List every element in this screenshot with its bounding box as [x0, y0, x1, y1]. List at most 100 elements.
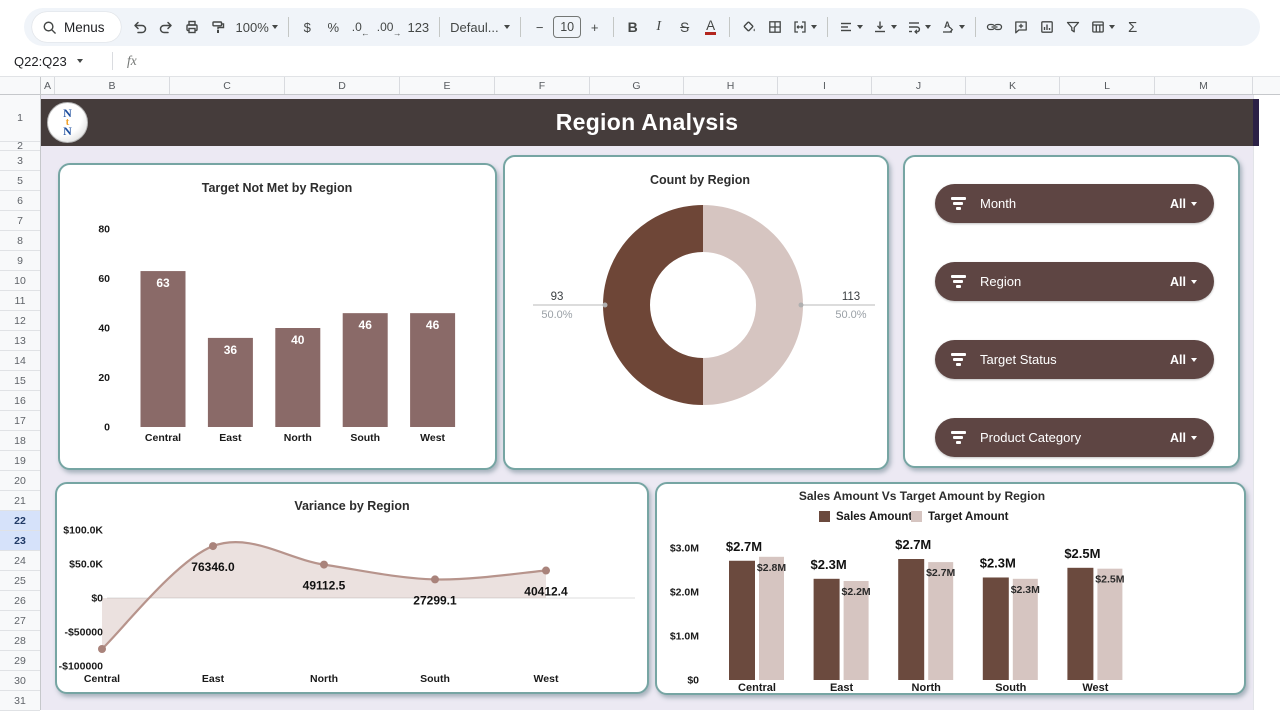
column-header-J[interactable]: J: [872, 77, 966, 94]
row-header-28[interactable]: 28: [0, 631, 40, 651]
slicer-value-dropdown[interactable]: All: [1170, 431, 1197, 445]
sheet-canvas[interactable]: N t N Region Analysis Target Not Met by …: [41, 95, 1280, 710]
functions-button[interactable]: Σ: [1120, 13, 1145, 41]
undo-button[interactable]: [128, 13, 153, 41]
column-header-M[interactable]: M: [1155, 77, 1253, 94]
column-header-F[interactable]: F: [495, 77, 590, 94]
strikethrough-button[interactable]: S: [672, 13, 697, 41]
row-header-26[interactable]: 26: [0, 591, 40, 611]
slicer-month[interactable]: MonthAll: [935, 184, 1214, 223]
borders-button[interactable]: [762, 13, 787, 41]
increase-decimal-button[interactable]: .00→: [373, 13, 403, 41]
row-header-9[interactable]: 9: [0, 251, 40, 271]
insert-link-button[interactable]: [982, 13, 1007, 41]
format-currency-button[interactable]: $: [295, 13, 320, 41]
zoom-select[interactable]: 100%: [232, 13, 282, 41]
grid-body: 1235678910111213141516171819202122232425…: [0, 95, 1280, 710]
bold-icon: B: [628, 19, 638, 35]
font-size-input[interactable]: 10: [553, 16, 581, 38]
row-header-14[interactable]: 14: [0, 351, 40, 371]
row-header-1[interactable]: 1: [0, 95, 40, 142]
column-header-G[interactable]: G: [590, 77, 684, 94]
vertical-align-button[interactable]: [868, 13, 901, 41]
row-header-11[interactable]: 11: [0, 291, 40, 311]
text-rotation-button[interactable]: A: [936, 13, 969, 41]
row-header-31[interactable]: 31: [0, 691, 40, 711]
column-header-C[interactable]: C: [170, 77, 285, 94]
row-header-13[interactable]: 13: [0, 331, 40, 351]
slicer-value-dropdown[interactable]: All: [1170, 353, 1197, 367]
row-header-18[interactable]: 18: [0, 431, 40, 451]
slicer-region[interactable]: RegionAll: [935, 262, 1214, 301]
decrease-font-size-button[interactable]: −: [527, 13, 552, 41]
column-header-partial[interactable]: [1253, 77, 1280, 94]
row-header-16[interactable]: 16: [0, 391, 40, 411]
print-button[interactable]: [180, 13, 205, 41]
toolbar-row: Menus 100% $ % .0← .00→ 123 Defaul... − …: [0, 0, 1280, 46]
format-percent-button[interactable]: %: [321, 13, 346, 41]
increase-font-size-button[interactable]: +: [582, 13, 607, 41]
row-header-5[interactable]: 5: [0, 171, 40, 191]
svg-text:$2.2M: $2.2M: [842, 586, 871, 598]
menus-search-button[interactable]: Menus: [32, 12, 121, 42]
row-header-17[interactable]: 17: [0, 411, 40, 431]
italic-button[interactable]: I: [646, 13, 671, 41]
select-all-corner[interactable]: [0, 77, 41, 94]
slicer-value-dropdown[interactable]: All: [1170, 197, 1197, 211]
row-header-20[interactable]: 20: [0, 471, 40, 491]
redo-button[interactable]: [154, 13, 179, 41]
slicer-target-status[interactable]: Target StatusAll: [935, 340, 1214, 379]
row-header-25[interactable]: 25: [0, 571, 40, 591]
svg-text:North: North: [912, 682, 942, 693]
row-header-21[interactable]: 21: [0, 491, 40, 511]
slicer-product-category[interactable]: Product CategoryAll: [935, 418, 1214, 457]
row-header-23[interactable]: 23: [0, 531, 40, 551]
row-header-24[interactable]: 24: [0, 551, 40, 571]
create-filter-button[interactable]: [1060, 13, 1085, 41]
row-header-29[interactable]: 29: [0, 651, 40, 671]
column-header-E[interactable]: E: [400, 77, 495, 94]
text-color-button[interactable]: A: [698, 13, 723, 41]
merge-cells-button[interactable]: [788, 13, 821, 41]
font-select[interactable]: Defaul...: [446, 13, 514, 41]
insert-comment-button[interactable]: [1008, 13, 1033, 41]
font-size-value: 10: [560, 20, 574, 34]
more-formats-button[interactable]: 123: [403, 13, 433, 41]
chart-card-variance[interactable]: Variance by Region$100.0K$50.0K$0-$50000…: [55, 482, 649, 694]
horizontal-align-button[interactable]: [834, 13, 867, 41]
text-wrap-button[interactable]: [902, 13, 935, 41]
column-header-B[interactable]: B: [55, 77, 170, 94]
chart-card-sales-vs-target[interactable]: Sales Amount Vs Target Amount by RegionS…: [655, 482, 1246, 695]
row-header-7[interactable]: 7: [0, 211, 40, 231]
column-header-K[interactable]: K: [966, 77, 1060, 94]
chart-card-target-not-met[interactable]: Target Not Met by Region02040608063Centr…: [58, 163, 497, 470]
slicer-value-dropdown[interactable]: All: [1170, 275, 1197, 289]
company-logo: N t N: [47, 102, 88, 143]
row-header-10[interactable]: 10: [0, 271, 40, 291]
column-header-A[interactable]: A: [41, 77, 55, 94]
column-header-L[interactable]: L: [1060, 77, 1155, 94]
row-header-3[interactable]: 3: [0, 151, 40, 171]
row-header-8[interactable]: 8: [0, 231, 40, 251]
bold-button[interactable]: B: [620, 13, 645, 41]
grouped-bar-chart-svg: Sales Amount Vs Target Amount by RegionS…: [657, 484, 1244, 693]
column-header-H[interactable]: H: [684, 77, 778, 94]
chart-card-count-by-region[interactable]: Count by Region9350.0%11350.0%: [503, 155, 889, 470]
row-header-22[interactable]: 22: [0, 511, 40, 531]
column-header-I[interactable]: I: [778, 77, 872, 94]
column-header-D[interactable]: D: [285, 77, 400, 94]
decrease-decimal-button[interactable]: .0←: [347, 13, 372, 41]
filter-views-button[interactable]: [1086, 13, 1119, 41]
row-header-12[interactable]: 12: [0, 311, 40, 331]
row-header-30[interactable]: 30: [0, 671, 40, 691]
row-header-15[interactable]: 15: [0, 371, 40, 391]
row-header-19[interactable]: 19: [0, 451, 40, 471]
row-header-27[interactable]: 27: [0, 611, 40, 631]
row-header-2[interactable]: 2: [0, 142, 40, 151]
name-box[interactable]: Q22:Q23: [14, 54, 106, 69]
fill-color-button[interactable]: [736, 13, 761, 41]
paint-format-button[interactable]: [206, 13, 231, 41]
insert-chart-button[interactable]: [1034, 13, 1059, 41]
more-formats-icon: 123: [407, 20, 429, 35]
row-header-6[interactable]: 6: [0, 191, 40, 211]
